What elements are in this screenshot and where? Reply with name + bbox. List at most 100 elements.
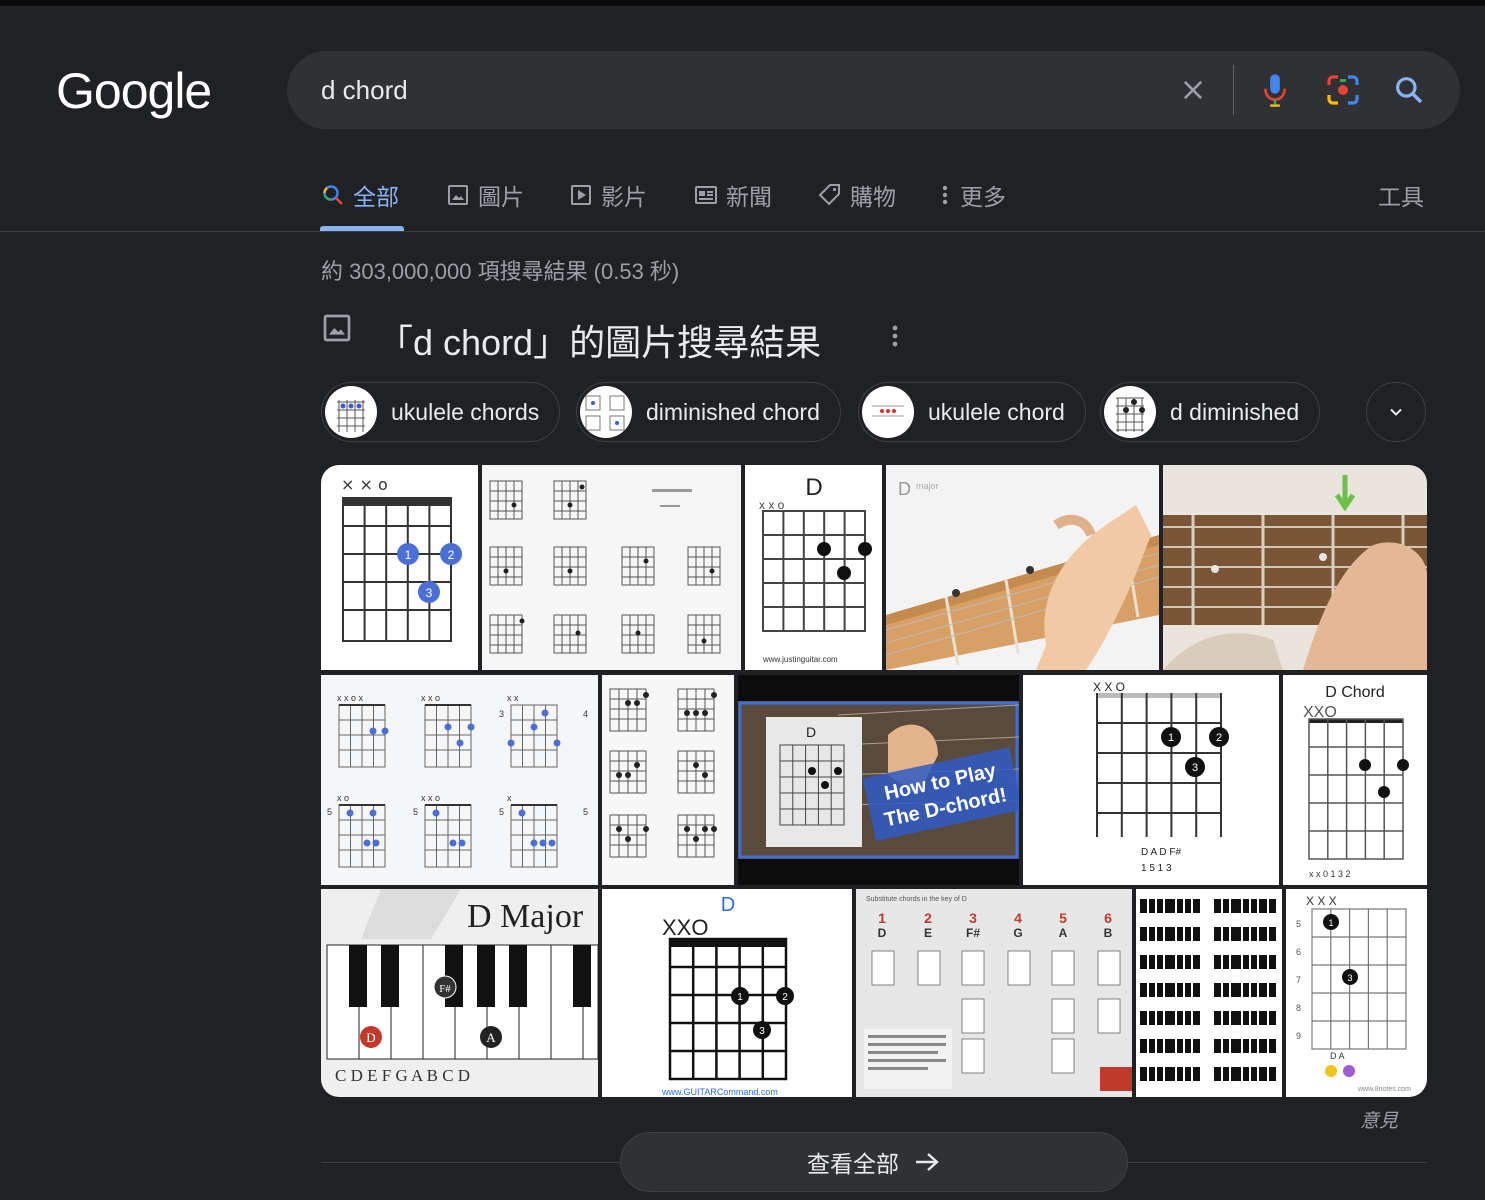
root-note: F# [966,926,980,940]
svg-text:x x o: x x o [421,693,440,703]
svg-text:3: 3 [426,586,433,600]
chip-d-diminished[interactable]: d diminished [1100,382,1321,442]
finger-numbers: x x 0 1 3 2 [1309,869,1351,879]
tab-label: 更多 [960,184,1006,210]
image-thumbnail[interactable]: × × o 1 2 3 [321,465,478,670]
chord-label: D [805,474,822,501]
news-icon [695,186,717,204]
degree-number: 4 [1014,910,1022,926]
svg-text:8: 8 [1296,1003,1301,1013]
more-options-icon[interactable] [890,323,900,354]
chip-thumbnail [580,386,632,438]
tab-all[interactable]: 全部 [321,178,399,212]
svg-text:2: 2 [782,992,788,1003]
image-icon [323,314,351,342]
active-tab-indicator [320,226,404,231]
svg-text:5: 5 [583,807,588,817]
chord-title: D Major [467,898,584,935]
svg-text:2: 2 [448,548,455,562]
tab-news[interactable]: 新聞 [694,178,772,212]
root-note: D [878,926,887,940]
svg-text:1: 1 [405,548,412,562]
key-names: C D E F G A B C D [335,1066,470,1085]
chip-thumbnail [862,386,914,438]
muted-strings: X X X [1306,894,1337,908]
svg-text:x: x [507,793,512,803]
image-icon [448,185,468,205]
google-logo[interactable]: Google [56,62,212,120]
more-vert-icon [942,185,948,205]
site-label: www.8notes.com [1357,1086,1411,1093]
chip-label: ukulele chord [928,398,1065,425]
chip-thumbnail [325,386,377,438]
image-thumbnail[interactable]: X X X 5 6 7 8 9 1 3 D A www.8notes.com [1286,889,1427,1097]
svg-text:4: 4 [583,709,588,719]
microphone-icon[interactable] [1255,70,1295,110]
svg-text:5: 5 [1296,919,1301,929]
chord-label: D [721,894,735,916]
svg-text:x x o x: x x o x [337,693,364,703]
site-label: www.GUITARCommand.com [661,1087,778,1097]
search-input[interactable]: d chord [321,75,408,106]
image-results-title[interactable]: 「d chord」的圖片搜尋結果 [377,314,821,366]
svg-text:x o: x o [337,793,349,803]
degree-number: 5 [1059,910,1067,926]
svg-text:3: 3 [1192,762,1198,774]
finger-numbers: 1 5 1 3 [1141,863,1172,874]
image-thumbnail[interactable]: Substitute chords in the key of D 1 2 3 … [856,889,1132,1097]
image-thumbnail[interactable] [482,465,741,670]
chip-ukulele-chords[interactable]: ukulele chords [321,382,561,442]
search-icon[interactable] [1389,70,1429,110]
image-thumbnail[interactable]: D x x o www.justinguitar.com [745,465,882,670]
clear-icon[interactable] [1173,70,1213,110]
see-all-button[interactable]: 查看全部 [620,1132,1128,1192]
svg-text:3: 3 [1347,973,1352,983]
svg-text:x x o: x x o [421,793,440,803]
image-thumbnail[interactable] [602,675,734,885]
svg-text:A: A [486,1030,496,1045]
root-note: A [1059,926,1068,940]
feedback-link[interactable]: 意見 [1360,1106,1398,1133]
svg-text:2: 2 [1216,732,1222,744]
svg-text:F#: F# [439,983,451,995]
image-thumbnail[interactable]: D Major D F# A C D E F G A B C D [321,889,598,1097]
search-divider [1233,65,1234,115]
note-names: D A D F# [1141,847,1181,858]
camera-lens-icon[interactable] [1323,70,1363,110]
svg-text:× × o: × × o [341,475,388,494]
image-thumbnail[interactable]: D XXO 1 2 3 www.GUITARCommand.com [602,889,852,1097]
svg-text:9: 9 [1296,1031,1301,1041]
image-thumbnail[interactable]: D How to Play The D-chord! [738,675,1019,885]
image-thumbnail[interactable]: D major [886,465,1159,670]
search-icon [323,185,343,205]
image-thumbnail[interactable]: D Chord XXO x x 0 1 3 2 [1283,675,1427,885]
image-thumbnail[interactable] [1136,889,1282,1097]
tab-label: 新聞 [726,184,772,210]
tab-shopping[interactable]: 購物 [818,178,896,212]
tools-button[interactable]: 工具 [1378,178,1424,212]
video-icon [571,185,591,205]
expand-chips-button[interactable] [1366,382,1426,442]
chip-diminished-chord[interactable]: diminished chord [576,382,841,442]
tab-videos[interactable]: 影片 [569,178,647,212]
image-results-header: 「d chord」的圖片搜尋結果 [321,312,821,363]
svg-text:5: 5 [413,807,418,817]
chip-thumbnail [1104,386,1156,438]
chip-label: ukulele chords [391,398,540,425]
arrow-right-icon [916,1153,939,1171]
search-box[interactable]: d chord [287,51,1460,129]
chip-label: diminished chord [646,398,820,425]
tab-images[interactable]: 圖片 [446,178,524,212]
tab-more[interactable]: 更多 [938,178,1006,212]
tab-label: 購物 [850,184,896,210]
chip-ukulele-chord[interactable]: ukulele chord [858,382,1086,442]
tab-label: 影片 [601,184,647,210]
svg-text:1: 1 [1328,918,1333,928]
image-thumbnail[interactable]: X X O 1 2 3 D A D F# 1 5 1 3 [1023,675,1279,885]
image-thumbnail[interactable]: x x o x x x o x x x o x x o x 3 4 5 5 5 5 [321,675,598,885]
image-thumbnail[interactable] [1163,465,1427,670]
svg-text:5: 5 [327,807,332,817]
chord-title: D Chord [1325,684,1385,701]
note-names: D A [1330,1051,1345,1061]
svg-text:D: D [366,1030,375,1045]
